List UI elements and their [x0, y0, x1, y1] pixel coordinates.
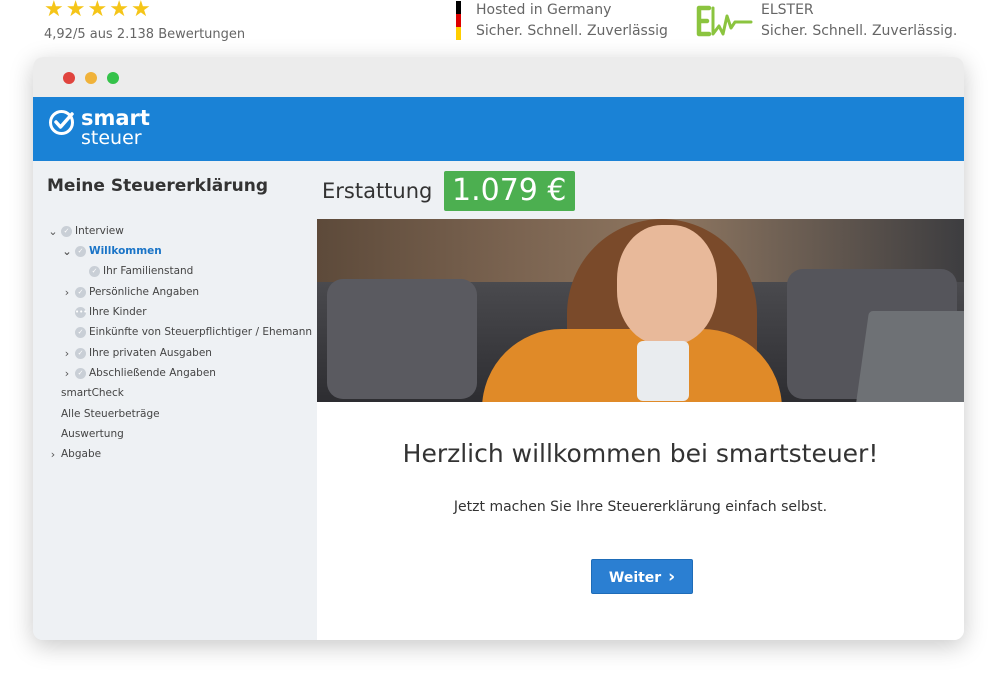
sidebar-item-label: Ihr Familienstand [103, 265, 194, 277]
sidebar-item-persoenliche-angaben[interactable]: › ✓ Persönliche Angaben [61, 282, 199, 302]
welcome-subtitle: Jetzt machen Sie Ihre Steuererklärung ei… [453, 499, 828, 515]
chevron-right-icon[interactable]: › [61, 367, 73, 380]
hosted-badge: Hosted in Germany Sicher. Schnell. Zuver… [476, 0, 668, 42]
sidebar-item-auswertung[interactable]: Auswertung [61, 424, 124, 444]
sidebar-item-label: Alle Steuerbeträge [61, 408, 160, 420]
star-icon: ★ [109, 0, 129, 22]
check-circle-icon: ✓ [89, 265, 100, 277]
hosted-subtitle: Sicher. Schnell. Zuverlässig [476, 23, 668, 39]
sidebar-item-interview[interactable]: ⌄ ✓ Interview [47, 221, 124, 241]
sidebar-item-familienstand[interactable]: ✓ Ihr Familienstand [89, 261, 193, 281]
sidebar-item-abschliessende-angaben[interactable]: › ✓ Abschließende Angaben [61, 363, 216, 383]
chevron-right-icon[interactable]: › [47, 448, 59, 461]
weiter-button-label: Weiter [608, 569, 662, 586]
hosted-title: Hosted in Germany [476, 2, 612, 18]
german-flag-icon [456, 1, 461, 40]
refund-label: Erstattung [322, 179, 433, 203]
welcome-heading: Herzlich willkommen bei smartsteuer! [402, 439, 879, 468]
minimize-window-button[interactable] [85, 72, 97, 84]
main-content: Erstattung 1.079 € Herzlich willkommen b… [317, 161, 964, 640]
chevron-down-icon[interactable]: ⌄ [61, 245, 73, 258]
refund-bar: Erstattung 1.079 € [317, 161, 964, 219]
smartsteuer-logo-icon [49, 110, 74, 135]
trust-bar: ★ ★ ★ ★ ★ 4,92/5 aus 2.138 Bewertungen H… [0, 0, 1000, 50]
sidebar-item-smartcheck[interactable]: smartCheck [61, 383, 124, 403]
elster-badge: ELSTER Sicher. Schnell. Zuverlässig. [761, 0, 957, 42]
window-titlebar [33, 57, 964, 97]
sidebar-item-private-ausgaben[interactable]: › ✓ Ihre privaten Ausgaben [61, 343, 212, 363]
sidebar-item-label: Abgabe [61, 448, 102, 460]
check-circle-icon: ✓ [75, 347, 86, 359]
sidebar-item-kinder[interactable]: ••• Ihre Kinder [75, 302, 147, 322]
logo-word-steuer: steuer [81, 127, 142, 149]
sidebar-item-label: Auswertung [61, 428, 124, 440]
sidebar-item-willkommen[interactable]: ⌄ ✓ Willkommen [61, 241, 162, 261]
check-circle-icon: ✓ [75, 326, 86, 338]
sidebar-item-label: Ihre privaten Ausgaben [89, 347, 212, 359]
app-header: smart steuer [33, 97, 964, 161]
elster-subtitle: Sicher. Schnell. Zuverlässig. [761, 23, 958, 39]
sidebar-item-label: Ihre Kinder [89, 306, 147, 318]
sidebar-item-label: Willkommen [89, 245, 162, 257]
app-body: Meine Steuererklärung ⌄ ✓ Interview ⌄ ✓ … [33, 161, 964, 640]
sidebar-item-label: smartCheck [61, 387, 124, 399]
rating-stars: ★ ★ ★ ★ ★ [44, 0, 151, 22]
sidebar-item-einkuenfte[interactable]: ✓ Einkünfte von Steuerpflichtiger / Ehem… [75, 322, 312, 342]
mug-shape [637, 341, 689, 401]
star-icon: ★ [44, 0, 64, 22]
refund-amount-badge: 1.079 € [444, 171, 575, 211]
hero-image [317, 219, 964, 402]
chevron-right-icon[interactable]: › [61, 286, 73, 299]
sidebar: Meine Steuererklärung ⌄ ✓ Interview ⌄ ✓ … [33, 161, 317, 640]
person-face-shape [617, 225, 717, 345]
sidebar-item-label: Interview [75, 225, 124, 237]
star-icon: ★ [87, 0, 108, 22]
sidebar-item-label: Einkünfte von Steuerpflichtiger / Eheman… [89, 326, 313, 338]
pending-circle-icon: ••• [75, 306, 88, 318]
sidebar-item-label: Persönliche Angaben [89, 286, 200, 298]
elster-logo-icon [696, 5, 753, 37]
elster-title: ELSTER [761, 2, 814, 18]
weiter-button[interactable]: Weiter › [591, 559, 693, 594]
maximize-window-button[interactable] [107, 72, 119, 84]
check-circle-icon: ✓ [75, 367, 86, 379]
check-circle-icon: ✓ [75, 286, 86, 298]
chevron-down-icon[interactable]: ⌄ [47, 225, 59, 238]
chevron-right-icon[interactable]: › [61, 347, 73, 360]
check-circle-icon: ✓ [61, 225, 72, 237]
sidebar-item-label: Abschließende Angaben [89, 367, 216, 379]
app-window: smart steuer Meine Steuererklärung ⌄ ✓ I… [33, 57, 964, 640]
sidebar-item-abgabe[interactable]: › Abgabe [47, 444, 101, 464]
sidebar-item-steuerbetraege[interactable]: Alle Steuerbeträge [61, 404, 160, 424]
cushion-shape [327, 279, 477, 399]
sidebar-title: Meine Steuererklärung [47, 176, 269, 196]
close-window-button[interactable] [63, 72, 75, 84]
rating-text: 4,92/5 aus 2.138 Bewertungen [44, 27, 246, 42]
star-icon: ★ [65, 0, 86, 22]
star-icon: ★ [130, 0, 151, 22]
logo-word-smart: smart [81, 106, 150, 130]
chevron-right-icon: › [668, 566, 676, 587]
check-circle-icon: ✓ [75, 245, 86, 257]
laptop-shape [854, 311, 964, 402]
person-sweater-shape [482, 329, 782, 402]
